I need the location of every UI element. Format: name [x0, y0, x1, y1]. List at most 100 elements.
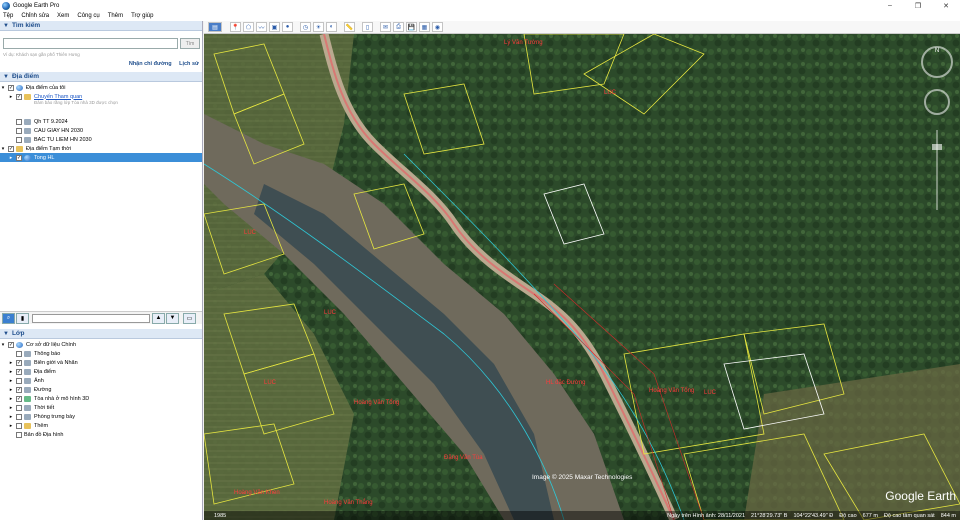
hide-sidebar-icon[interactable]: ▤	[208, 22, 222, 32]
expand-icon[interactable]: ▸	[8, 387, 14, 393]
print-icon[interactable]: ⎙	[393, 22, 404, 32]
layer-more[interactable]: ▸ Thêm	[0, 421, 202, 430]
checkbox[interactable]: ✓	[16, 386, 22, 393]
move-up-icon[interactable]: ▲	[152, 312, 165, 324]
checkbox[interactable]: ✓	[16, 359, 22, 366]
notice-icon	[24, 350, 31, 357]
expand-icon[interactable]: ▸	[8, 423, 14, 429]
checkbox[interactable]	[16, 377, 22, 384]
checkbox[interactable]	[16, 118, 22, 125]
menu-file[interactable]: Tệp	[3, 13, 13, 19]
expand-icon[interactable]: ▸	[8, 155, 14, 161]
places-filter-input[interactable]	[32, 313, 150, 323]
close-button[interactable]: ✕	[932, 0, 960, 11]
minimize-button[interactable]: –	[876, 0, 904, 11]
window-title: Google Earth Pro	[13, 2, 60, 9]
view-in-maps-icon[interactable]: ▦	[419, 22, 430, 32]
history-link[interactable]: Lịch sử	[179, 61, 199, 67]
expand-icon[interactable]: ▸	[8, 414, 14, 420]
search-panel-header[interactable]: ▼ Tìm kiếm	[0, 21, 202, 31]
sunlight-icon[interactable]: ☀	[313, 22, 324, 32]
layer-3d-buildings[interactable]: ▸ ✓ Tòa nhà ở mô hình 3D	[0, 394, 202, 403]
search-button[interactable]: Tìm	[180, 38, 200, 49]
checkbox[interactable]: ✓	[8, 84, 14, 91]
historical-imagery-year[interactable]: 1985	[214, 513, 226, 519]
checkbox[interactable]: ✓	[16, 368, 22, 375]
tree-item-my-places[interactable]: ▾ ✓ Địa điểm của tôi	[0, 83, 202, 92]
save-image-icon[interactable]: 💾	[406, 22, 417, 32]
checkbox[interactable]	[16, 413, 22, 420]
layer-places[interactable]: ▸ ✓ Địa điểm	[0, 367, 202, 376]
sidebar: ▼ Tìm kiếm Tìm Ví dụ: Khách sạn gần phố …	[0, 21, 203, 520]
layer-label: Thời tiết	[34, 404, 55, 411]
add-image-overlay-icon[interactable]: ▣	[269, 22, 280, 32]
checkbox[interactable]: ✓	[8, 341, 14, 348]
layer-primary-database[interactable]: ▾ ✓ Cơ sở dữ liệu Chính	[0, 340, 202, 349]
checkbox[interactable]	[16, 431, 22, 438]
checkbox[interactable]: ✓	[16, 395, 22, 402]
search-places-icon[interactable]: ⌕	[2, 312, 15, 324]
add-polygon-icon[interactable]: ⬠	[243, 22, 254, 32]
add-placemark-icon[interactable]: 📍	[230, 22, 241, 32]
expand-icon[interactable]: ▾	[0, 342, 6, 348]
maximize-button[interactable]: ❐	[904, 0, 932, 11]
tree-item-temporary-places[interactable]: ▾ ✓ Địa điểm Tạm thời	[0, 144, 202, 153]
folder-view-icon[interactable]: ▭	[183, 312, 196, 324]
checkbox[interactable]	[16, 404, 22, 411]
tree-item-qh-tt[interactable]: Qh TT 9.2024	[0, 117, 202, 126]
navigation-control-icon[interactable]: N	[920, 40, 954, 240]
layer-photos[interactable]: ▸ Ảnh	[0, 376, 202, 385]
layer-label: Biên giới và Nhãn	[34, 359, 78, 366]
expand-icon[interactable]: ▸	[8, 369, 14, 375]
expand-icon[interactable]: ▸	[8, 396, 14, 402]
expand-icon[interactable]: ▸	[8, 405, 14, 411]
menu-add[interactable]: Thêm	[108, 13, 123, 19]
record-tour-icon[interactable]: ●	[282, 22, 293, 32]
checkbox[interactable]	[16, 422, 22, 429]
expand-icon[interactable]: ▸	[8, 94, 14, 100]
layers-panel-header[interactable]: ▼ Lớp	[0, 329, 202, 339]
collapse-triangle-icon: ▼	[3, 330, 9, 337]
earth-gallery-icon[interactable]: ◉	[432, 22, 443, 32]
menu-view[interactable]: Xem	[57, 13, 69, 19]
checkbox[interactable]	[16, 127, 22, 134]
tree-item-bac-tu-liem[interactable]: BAC TU LIEM HN 2030	[0, 135, 202, 144]
checkbox[interactable]: ✓	[8, 145, 14, 152]
layer-terrain[interactable]: Bản đồ Địa hình	[0, 430, 202, 439]
move-down-icon[interactable]: ▼	[166, 312, 179, 324]
layer-weather[interactable]: ▸ Thời tiết	[0, 403, 202, 412]
email-icon[interactable]: ✉	[380, 22, 391, 32]
layer-gallery[interactable]: ▸ Phòng trưng bày	[0, 412, 202, 421]
planets-icon[interactable]: ◐	[326, 22, 337, 32]
tree-item-cau-giay[interactable]: CAU GIAY HN 2030	[0, 126, 202, 135]
checkbox[interactable]	[16, 136, 22, 143]
tree-item-tong-hl[interactable]: ▸ ✓ Tong HL	[0, 153, 202, 162]
sidebar-toggle-icon[interactable]: ▮	[16, 312, 29, 324]
expand-icon[interactable]: ▸	[8, 378, 14, 384]
add-path-icon[interactable]: 〰	[256, 22, 267, 32]
tree-item-label[interactable]: Chuyến Tham quan	[34, 94, 82, 100]
places-panel-header[interactable]: ▼ Địa điểm	[0, 72, 202, 82]
historical-imagery-icon[interactable]: ◷	[300, 22, 311, 32]
get-directions-link[interactable]: Nhận chỉ đường	[129, 61, 172, 67]
expand-icon[interactable]: ▾	[0, 146, 6, 152]
sidebar-panel-icon[interactable]: ▯	[362, 22, 373, 32]
layer-notices[interactable]: Thông báo	[0, 349, 202, 358]
overlay-icon	[24, 136, 31, 143]
checkbox[interactable]	[16, 350, 22, 357]
layer-label: Thêm	[34, 422, 49, 429]
menu-help[interactable]: Trợ giúp	[131, 13, 153, 19]
layer-borders-labels[interactable]: ▸ ✓ Biên giới và Nhãn	[0, 358, 202, 367]
checkbox[interactable]: ✓	[16, 154, 22, 161]
checkbox[interactable]: ✓	[16, 93, 22, 100]
ruler-icon[interactable]: 📏	[344, 22, 355, 32]
overlay-icon	[24, 118, 31, 125]
menu-tools[interactable]: Công cụ	[77, 13, 99, 19]
expand-icon[interactable]: ▸	[8, 360, 14, 366]
longitude: 104°22'43.49" Đ	[793, 512, 834, 519]
layer-roads[interactable]: ▸ ✓ Đường	[0, 385, 202, 394]
search-input[interactable]	[3, 38, 178, 49]
menu-edit[interactable]: Chỉnh sửa	[21, 13, 49, 19]
expand-icon[interactable]: ▾	[0, 85, 6, 91]
map-view[interactable]: LUC LUC LUC LUC LUC Hoàng Văn Tổng Hoàng…	[204, 34, 960, 520]
